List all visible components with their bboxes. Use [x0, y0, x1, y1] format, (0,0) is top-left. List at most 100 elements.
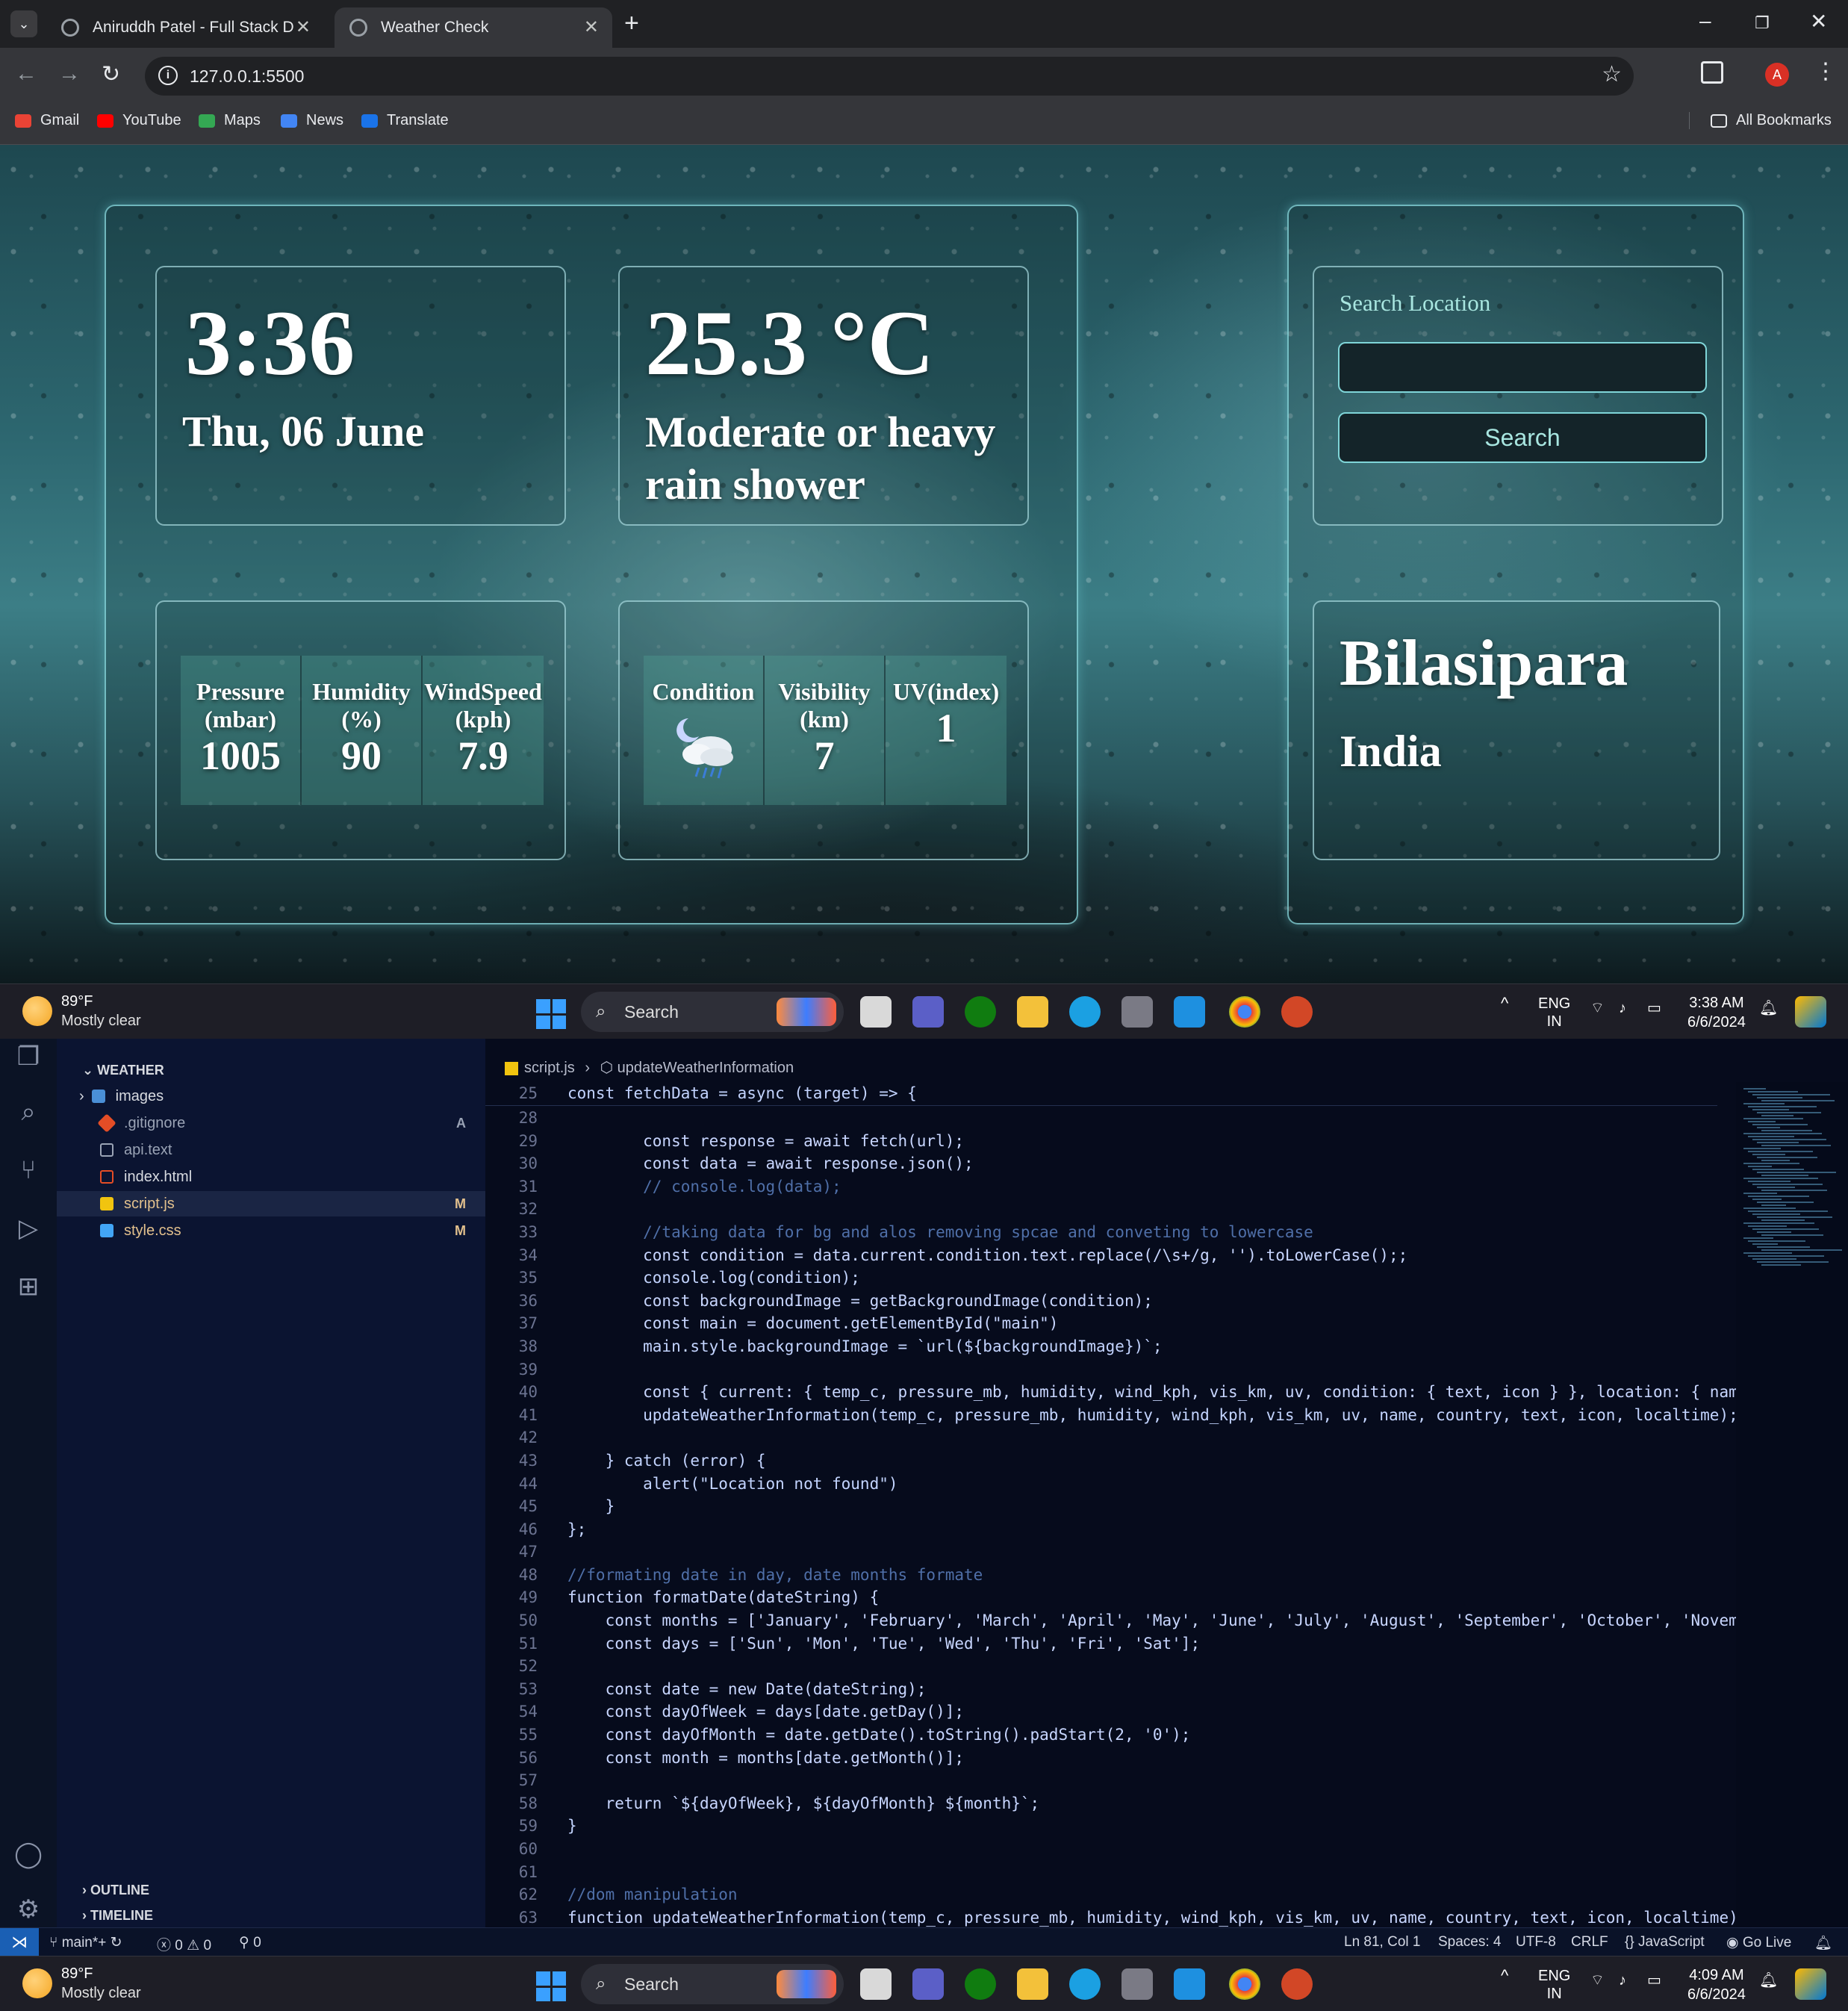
- wifi-icon[interactable]: ⌔: [1590, 1971, 1605, 1989]
- bookmark-youtube[interactable]: YouTube: [97, 112, 181, 129]
- taskbar-weather-condition[interactable]: Mostly clear: [61, 1985, 141, 2002]
- sticky-scroll-line[interactable]: 25 const fetchData = async (target) => {: [485, 1082, 1717, 1106]
- teams-icon[interactable]: [912, 1968, 944, 2000]
- weather-widget-icon[interactable]: [22, 1968, 52, 1998]
- edge-icon[interactable]: [1069, 996, 1101, 1028]
- extensions-icon[interactable]: ⊞: [13, 1272, 43, 1302]
- file-row-script-js[interactable]: script.js M: [57, 1191, 485, 1216]
- tray-chevron-icon[interactable]: ^: [1501, 995, 1508, 1013]
- code-line[interactable]: 63 function updateWeatherInformation(temp…: [485, 1906, 1738, 1927]
- site-info-icon[interactable]: i: [158, 66, 178, 85]
- code-line[interactable]: 54 const dayOfWeek = days[date.getDay()]…: [485, 1700, 1717, 1724]
- account-icon[interactable]: ◯: [13, 1839, 43, 1869]
- code-line[interactable]: 60: [485, 1838, 1717, 1861]
- code-line[interactable]: 36 const backgroundImage = getBackground…: [485, 1290, 1717, 1313]
- code-line[interactable]: 55 const dayOfMonth = date.getDate().toS…: [485, 1724, 1717, 1747]
- code-line[interactable]: 38 main.style.backgroundImage = `url(${b…: [485, 1335, 1717, 1358]
- settings-app-icon[interactable]: [1121, 996, 1153, 1028]
- xbox-icon[interactable]: [965, 996, 996, 1028]
- powerpoint-icon[interactable]: [1281, 996, 1313, 1028]
- branch-indicator[interactable]: ⑂ main*+ ↻: [49, 1934, 122, 1951]
- tray-chevron-icon[interactable]: ^: [1501, 1967, 1508, 1985]
- vscode-icon[interactable]: [1174, 1968, 1205, 2000]
- line-endings[interactable]: CRLF: [1571, 1934, 1608, 1951]
- notification-bell-icon[interactable]: 🔔︎: [1759, 1971, 1778, 1989]
- windows-start-icon[interactable]: [536, 999, 566, 1029]
- battery-icon[interactable]: ▭: [1647, 999, 1661, 1017]
- language-indicator[interactable]: ENG IN: [1538, 995, 1570, 1031]
- new-tab-button[interactable]: +: [624, 9, 639, 38]
- back-icon[interactable]: ←: [15, 61, 37, 87]
- search-button[interactable]: Search: [1338, 412, 1707, 463]
- vscode-icon[interactable]: [1174, 996, 1205, 1028]
- volume-icon[interactable]: ♪: [1619, 1971, 1626, 1989]
- code-line[interactable]: 28: [485, 1107, 1717, 1130]
- bookmark-news[interactable]: News: [281, 112, 343, 129]
- explorer-icon[interactable]: ❐: [13, 1042, 43, 1072]
- profile-avatar[interactable]: A: [1765, 63, 1789, 87]
- copilot-icon[interactable]: [1795, 1968, 1826, 2000]
- code-line[interactable]: 29 const response = await fetch(url);: [485, 1130, 1717, 1153]
- tab-search-button[interactable]: ⌄: [10, 10, 37, 37]
- code-line[interactable]: 37 const main = document.getElementById(…: [485, 1312, 1717, 1335]
- code-line[interactable]: 41 updateWeatherInformation(temp_c, pres…: [485, 1404, 1738, 1427]
- code-line[interactable]: 31 // console.log(data);: [485, 1175, 1717, 1199]
- code-line[interactable]: 33 //taking data for bg and alos removin…: [485, 1221, 1717, 1244]
- task-view-icon[interactable]: [860, 1968, 892, 2000]
- code-line[interactable]: 57: [485, 1769, 1717, 1792]
- file-row-index-html[interactable]: index.html: [57, 1164, 485, 1190]
- bookmark-star-icon[interactable]: ☆: [1602, 61, 1622, 87]
- code-line[interactable]: 34 const condition = data.current.condit…: [485, 1244, 1717, 1267]
- file-row-style-css[interactable]: style.css M: [57, 1218, 485, 1243]
- windows-start-icon[interactable]: [536, 1971, 566, 2001]
- explorer-folder-title[interactable]: ⌄ WEATHER: [82, 1063, 164, 1078]
- code-line[interactable]: 30 const data = await response.json();: [485, 1152, 1717, 1175]
- extensions-icon[interactable]: [1701, 61, 1723, 84]
- chrome-icon[interactable]: [1229, 996, 1260, 1028]
- go-live-button[interactable]: ◉ Go Live: [1726, 1934, 1791, 1951]
- close-icon[interactable]: ✕: [296, 16, 311, 38]
- run-debug-icon[interactable]: ▷: [13, 1213, 43, 1243]
- language-indicator[interactable]: ENG IN: [1538, 1967, 1570, 2003]
- clock[interactable]: 4:09 AM 6/6/2024: [1687, 1965, 1746, 2004]
- code-line[interactable]: 58 return `${dayOfWeek}, ${dayOfMonth} $…: [485, 1792, 1717, 1815]
- code-line[interactable]: 32: [485, 1198, 1717, 1221]
- task-view-icon[interactable]: [860, 996, 892, 1028]
- code-line[interactable]: 51 const days = ['Sun', 'Mon', 'Tue', 'W…: [485, 1632, 1717, 1656]
- search-input[interactable]: [1338, 342, 1707, 393]
- xbox-icon[interactable]: [965, 1968, 996, 2000]
- address-bar[interactable]: i 127.0.0.1:5500 ☆: [145, 57, 1634, 96]
- taskbar-search[interactable]: ⌕ Search: [581, 1964, 844, 2004]
- code-line[interactable]: 52: [485, 1655, 1717, 1678]
- teams-icon[interactable]: [912, 996, 944, 1028]
- outline-section[interactable]: › OUTLINE: [82, 1883, 149, 1898]
- powerpoint-icon[interactable]: [1281, 1968, 1313, 2000]
- indentation[interactable]: Spaces: 4: [1438, 1934, 1502, 1951]
- code-line[interactable]: 43 } catch (error) {: [485, 1449, 1717, 1473]
- code-line[interactable]: 47: [485, 1541, 1717, 1564]
- cursor-position[interactable]: Ln 81, Col 1: [1344, 1934, 1420, 1951]
- copilot-icon[interactable]: [1795, 996, 1826, 1028]
- edge-icon[interactable]: [1069, 1968, 1101, 2000]
- chrome-icon[interactable]: [1229, 1968, 1260, 2000]
- settings-app-icon[interactable]: [1121, 1968, 1153, 2000]
- code-line[interactable]: 46};: [485, 1518, 1717, 1541]
- volume-icon[interactable]: ♪: [1619, 999, 1626, 1017]
- menu-icon[interactable]: ⋮: [1814, 58, 1837, 84]
- timeline-section[interactable]: › TIMELINE: [82, 1908, 153, 1924]
- file-explorer-icon[interactable]: [1017, 1968, 1048, 2000]
- code-line[interactable]: 62 //dom manipulation: [485, 1883, 1717, 1906]
- code-line[interactable]: 39: [485, 1358, 1717, 1381]
- wifi-icon[interactable]: ⌔: [1590, 999, 1605, 1017]
- file-row-images[interactable]: › images: [57, 1084, 485, 1109]
- code-line[interactable]: 48 //formating date in day, date months f…: [485, 1564, 1717, 1587]
- code-line[interactable]: 44 alert("Location not found"): [485, 1473, 1717, 1496]
- bookmark-gmail[interactable]: Gmail: [15, 112, 79, 129]
- file-row-gitignore[interactable]: .gitignore A: [57, 1110, 485, 1136]
- notification-bell-icon[interactable]: 🔔︎: [1759, 999, 1778, 1017]
- taskbar-weather-condition[interactable]: Mostly clear: [61, 1013, 141, 1030]
- notification-bell-icon[interactable]: 🔔︎: [1814, 1934, 1832, 1952]
- ports-indicator[interactable]: ⚲ 0: [239, 1934, 261, 1951]
- code-line[interactable]: 59}: [485, 1815, 1717, 1838]
- restore-button[interactable]: ❐: [1755, 13, 1770, 33]
